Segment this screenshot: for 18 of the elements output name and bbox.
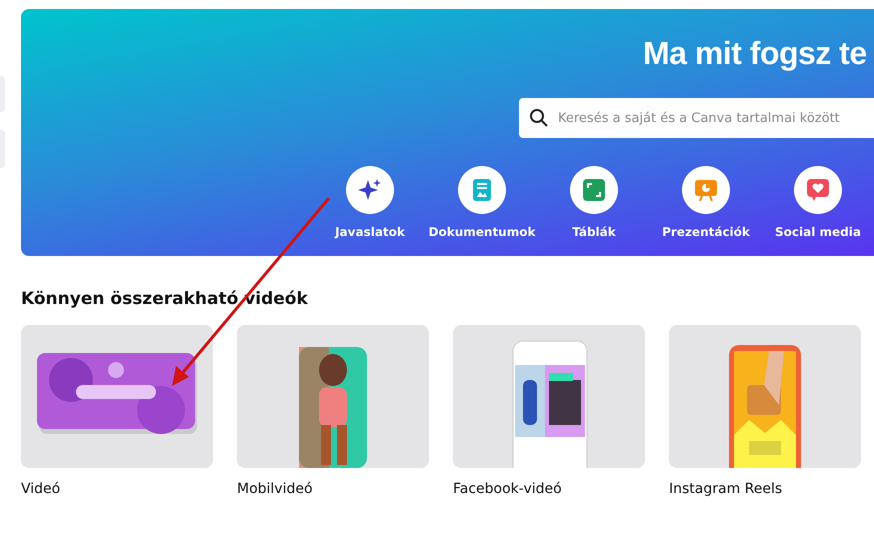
section-title: Könnyen összerakható videók [21, 289, 309, 309]
card-label[interactable]: Instagram Reels [669, 481, 861, 497]
category-button[interactable] [794, 166, 842, 214]
category-label[interactable]: Social media [775, 225, 861, 239]
category-label[interactable]: Dokumentumok [428, 225, 536, 239]
category-button[interactable] [458, 166, 506, 214]
category-label[interactable]: Javaslatok [335, 225, 405, 239]
category-label[interactable]: Prezentációk [662, 225, 750, 239]
search-field[interactable]: Keresés a saját és a Canva tartalmai között [519, 98, 874, 138]
category-button[interactable] [346, 166, 394, 214]
category-button[interactable] [682, 166, 730, 214]
search-icon [529, 108, 549, 128]
card-label[interactable]: Facebook-videó [453, 481, 645, 497]
category-button[interactable] [570, 166, 618, 214]
card-label[interactable]: Videó [21, 481, 213, 497]
card-label[interactable]: Mobilvideó [237, 481, 429, 497]
category-label[interactable]: Táblák [572, 225, 616, 239]
banner-title: Ma mit fogsz te [643, 35, 867, 72]
